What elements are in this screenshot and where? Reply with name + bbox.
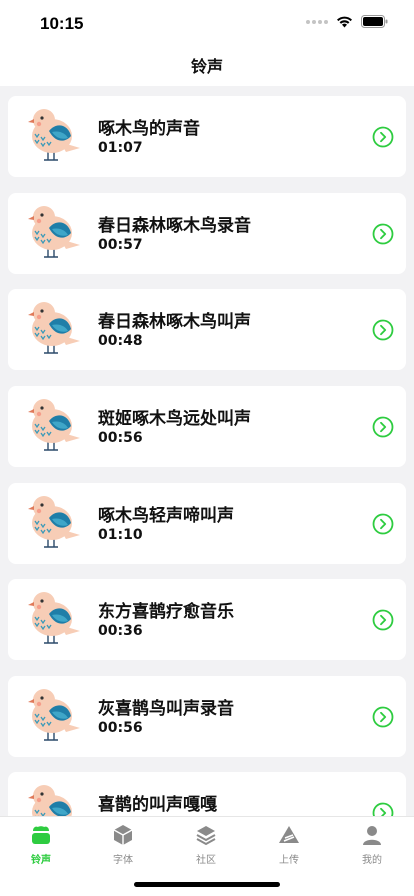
ringtone-title: 斑姬啄木鸟远处叫声: [98, 409, 251, 429]
ringtone-list[interactable]: 啄木鸟的声音 01:07 春日森林啄木鸟录音 00:57 春日森林啄木鸟叫声 0…: [0, 86, 414, 816]
bird-thumbnail-icon: [27, 301, 81, 354]
ringtone-item[interactable]: 春日森林啄木鸟叫声 00:48: [8, 289, 406, 370]
bird-thumbnail-icon: [27, 495, 81, 548]
ringtone-item[interactable]: 啄木鸟的声音 01:07: [8, 96, 406, 177]
tab-upload[interactable]: 上传: [249, 823, 329, 866]
status-bar: 10:15: [0, 0, 414, 48]
tab-label: 社区: [196, 855, 216, 866]
ringtone-duration: 00:36: [98, 623, 143, 639]
wifi-icon: [337, 16, 352, 27]
ringtone-item[interactable]: 灰喜鹊鸟叫声录音 00:56: [8, 676, 406, 757]
chevron-right-circle-icon[interactable]: [372, 416, 394, 438]
chevron-right-circle-icon[interactable]: [372, 319, 394, 341]
ringtone-duration: 00:56: [98, 430, 143, 446]
ringtone-duration: 01:10: [98, 527, 143, 543]
ringtone-title: 灰喜鹊鸟叫声录音: [98, 699, 234, 719]
layers-icon: [196, 826, 216, 846]
tab-label: 我的: [362, 855, 382, 866]
ringtone-duration: 00:48: [98, 333, 143, 349]
ringtone-title: 春日森林啄木鸟录音: [98, 216, 251, 236]
ringtone-title: 东方喜鹊疗愈音乐: [98, 602, 234, 622]
ringtone-duration: 00:56: [98, 720, 143, 736]
upload-icon: [279, 826, 299, 843]
ringtone-item[interactable]: 喜鹊的叫声嘎嘎: [8, 772, 406, 816]
chevron-right-circle-icon[interactable]: [372, 223, 394, 245]
chevron-right-circle-icon[interactable]: [372, 609, 394, 631]
tab-label: 铃声: [31, 855, 51, 866]
ringtone-title: 啄木鸟的声音: [98, 119, 200, 139]
ringtone-item[interactable]: 东方喜鹊疗愈音乐 00:36: [8, 579, 406, 660]
bird-thumbnail-icon: [27, 398, 81, 451]
ringtone-duration: 01:07: [98, 140, 143, 156]
tab-fonts[interactable]: 字体: [83, 823, 163, 866]
ringtone-item[interactable]: 春日森林啄木鸟录音 00:57: [8, 193, 406, 274]
ringtone-item[interactable]: 啄木鸟轻声啼叫声 01:10: [8, 483, 406, 564]
cellular-signal-icon: [306, 19, 328, 24]
ringtone-item[interactable]: 斑姬啄木鸟远处叫声 00:56: [8, 386, 406, 467]
bird-thumbnail-icon: [27, 688, 81, 741]
chevron-right-circle-icon[interactable]: [372, 802, 394, 816]
status-icons: [306, 15, 388, 28]
bird-thumbnail-icon: [27, 591, 81, 644]
person-icon: [363, 826, 381, 845]
font-box-icon: [113, 825, 133, 845]
chevron-right-circle-icon[interactable]: [372, 513, 394, 535]
bird-thumbnail-icon: [27, 784, 81, 816]
tab-profile[interactable]: 我的: [332, 823, 412, 866]
tab-ringtones[interactable]: 铃声: [1, 823, 81, 866]
ringtone-title: 喜鹊的叫声嘎嘎: [98, 795, 217, 815]
battery-icon: [361, 15, 388, 28]
navigation-bar: 铃声: [0, 48, 414, 86]
tab-community[interactable]: 社区: [166, 823, 246, 866]
ringtone-title: 春日森林啄木鸟叫声: [98, 312, 251, 332]
page-title: 铃声: [190, 57, 223, 76]
chevron-right-circle-icon[interactable]: [372, 706, 394, 728]
bird-thumbnail-icon: [27, 108, 81, 161]
ringtone-title: 啄木鸟轻声啼叫声: [98, 506, 234, 526]
home-indicator: [134, 882, 280, 887]
ringtone-icon: [32, 826, 50, 844]
tab-label: 上传: [279, 855, 299, 866]
chevron-right-circle-icon[interactable]: [372, 126, 394, 148]
ringtone-duration: 00:57: [98, 237, 143, 253]
status-time: 10:15: [40, 14, 84, 33]
tab-label: 字体: [113, 855, 133, 866]
bird-thumbnail-icon: [27, 205, 81, 258]
